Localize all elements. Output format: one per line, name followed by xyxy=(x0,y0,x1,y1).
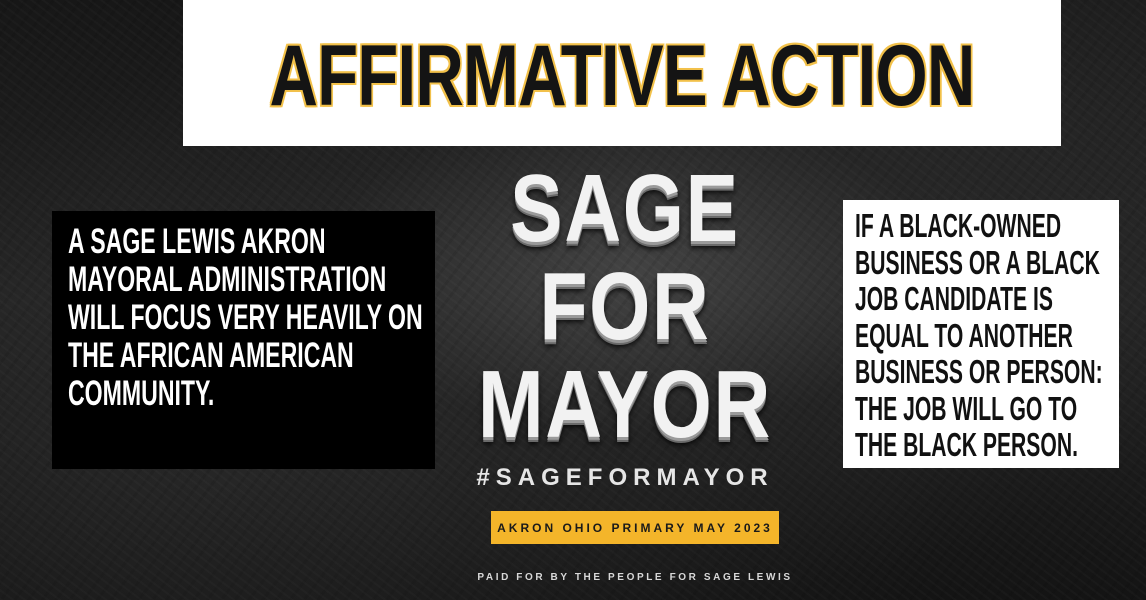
campaign-title-line-3: MAYOR xyxy=(478,351,772,458)
campaign-title-line-1: SAGE xyxy=(510,155,740,262)
primary-date-text: AKRON OHIO PRIMARY MAY 2023 xyxy=(497,520,773,535)
paid-for-disclaimer: PAID FOR BY THE PEOPLE FOR SAGE LEWIS xyxy=(477,572,793,583)
campaign-title-line-2: FOR xyxy=(539,253,711,360)
campaign-title: SAGE FOR MAYOR xyxy=(440,160,810,454)
headline-title: AFFIRMATIVE ACTION xyxy=(269,27,975,124)
left-statement-text: A SAGE LEWIS AKRON MAYORAL ADMINISTRATIO… xyxy=(68,222,423,413)
campaign-hashtag: #SAGEFORMAYOR xyxy=(476,464,774,491)
headline-banner: AFFIRMATIVE ACTION xyxy=(183,0,1061,146)
right-statement-text: IF A BLACK-OWNED BUSINESS OR A BLACK JOB… xyxy=(855,207,1103,463)
left-statement-panel: A SAGE LEWIS AKRON MAYORAL ADMINISTRATIO… xyxy=(52,211,435,469)
right-statement-panel: IF A BLACK-OWNED BUSINESS OR A BLACK JOB… xyxy=(843,200,1119,468)
primary-date-badge: AKRON OHIO PRIMARY MAY 2023 xyxy=(491,511,779,544)
